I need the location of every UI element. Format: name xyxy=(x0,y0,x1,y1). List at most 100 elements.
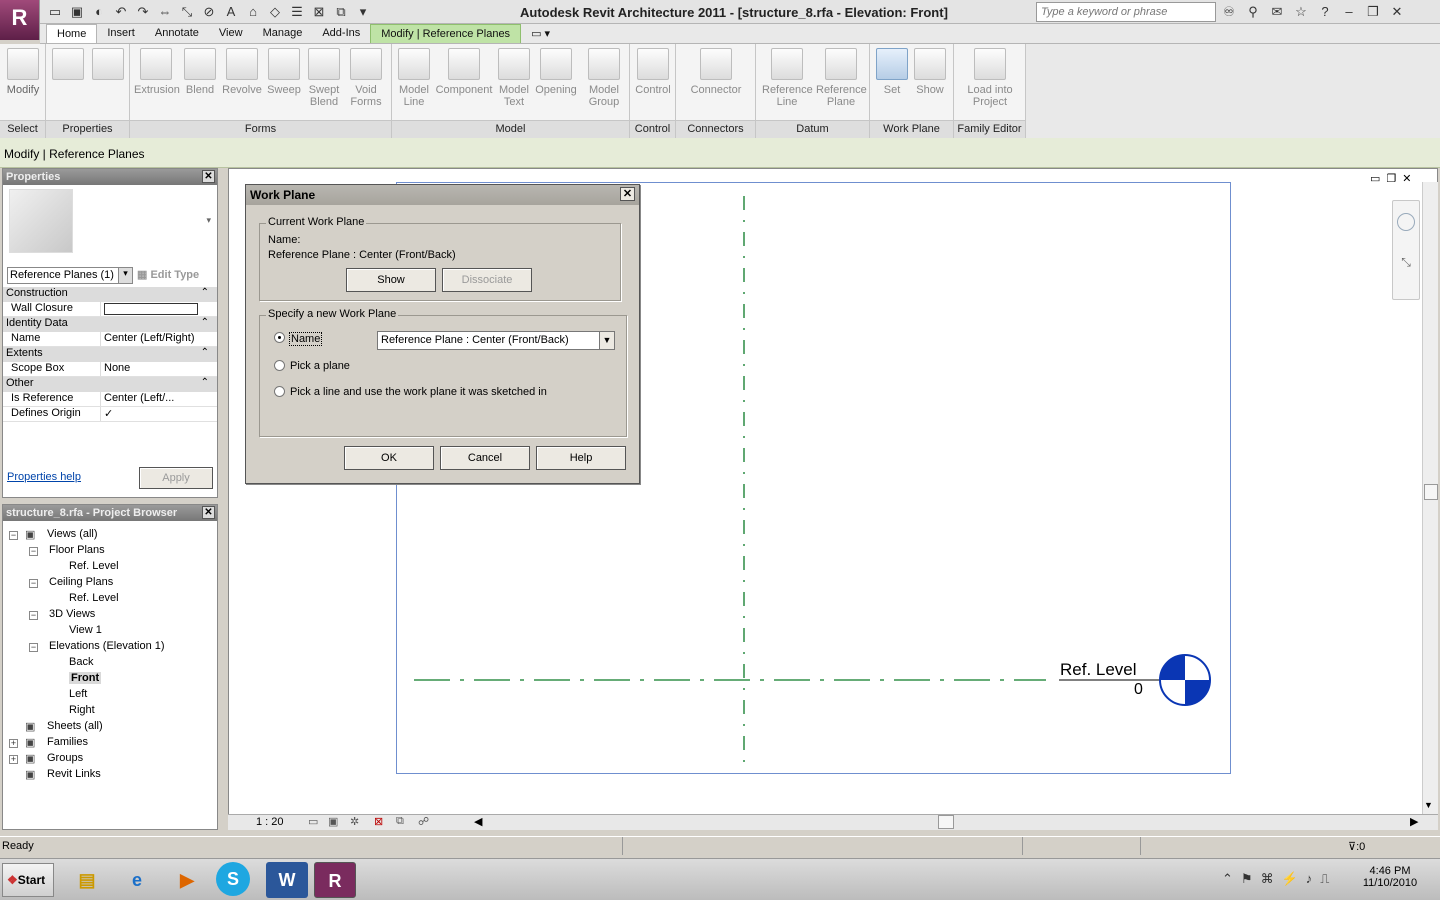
section-construction[interactable]: Construction xyxy=(3,287,217,302)
browser-item[interactable]: Families xyxy=(47,736,88,748)
customize-icon[interactable]: ▾ xyxy=(354,3,372,21)
browser-item[interactable]: Front xyxy=(69,672,102,684)
start-button[interactable]: ❖Start xyxy=(2,863,54,897)
tree-toggle-icon[interactable]: − xyxy=(29,579,38,588)
name-radio-label[interactable]: Name xyxy=(289,332,323,346)
hscroll-thumb[interactable] xyxy=(938,815,954,829)
scroll-down-icon[interactable]: ▼ xyxy=(1424,800,1433,810)
component-button[interactable]: Component xyxy=(434,48,494,96)
wall-closure-checkbox[interactable] xyxy=(101,302,217,316)
thin-lines-icon[interactable]: ☰ xyxy=(288,3,306,21)
model-line-button[interactable]: Model Line xyxy=(392,48,436,108)
revolve-button[interactable]: Revolve xyxy=(220,48,264,96)
control-button[interactable]: Control xyxy=(631,48,675,96)
volume-icon[interactable]: ♪ xyxy=(1306,871,1313,887)
modify-button[interactable]: Modify xyxy=(1,48,45,96)
show-button[interactable]: Show xyxy=(346,268,436,292)
tab-modify-reference-planes[interactable]: Modify | Reference Planes xyxy=(370,24,522,43)
family-types-button[interactable] xyxy=(48,48,88,84)
browser-item[interactable]: Ref. Level xyxy=(69,592,119,604)
search-input[interactable]: Type a keyword or phrase xyxy=(1036,2,1216,22)
minimize-icon[interactable]: ▭ xyxy=(1370,172,1380,185)
tree-toggle-icon[interactable]: − xyxy=(29,643,38,652)
chevron-down-icon[interactable]: ▾ xyxy=(206,215,211,226)
model-text-button[interactable]: Model Text xyxy=(492,48,536,108)
name-radio[interactable] xyxy=(274,332,285,343)
sun-path-icon[interactable]: ✲ xyxy=(350,815,359,828)
reference-line-button[interactable]: Reference Line xyxy=(762,48,813,108)
skype-icon[interactable]: S xyxy=(216,862,250,896)
pick-line-label[interactable]: Pick a line and use the work plane it wa… xyxy=(290,386,547,398)
browser-item[interactable]: Groups xyxy=(47,752,83,764)
switch-windows-icon[interactable]: ⧉ xyxy=(332,3,350,21)
blend-button[interactable]: Blend xyxy=(178,48,222,96)
tree-toggle-icon[interactable]: + xyxy=(9,755,18,764)
sync-icon[interactable]: ◐ xyxy=(90,3,108,21)
tab-add-ins[interactable]: Add-Ins xyxy=(312,24,370,43)
browser-item[interactable]: Ref. Level xyxy=(69,560,119,572)
scroll-right-icon[interactable]: ▶ xyxy=(1410,815,1418,828)
section-icon[interactable]: ◇ xyxy=(266,3,284,21)
communication-icon[interactable]: ✉ xyxy=(1268,3,1286,21)
scroll-thumb[interactable] xyxy=(1424,484,1438,500)
opening-button[interactable]: Opening xyxy=(534,48,578,96)
close-hidden-icon[interactable]: ⊠ xyxy=(310,3,328,21)
level-name[interactable]: Ref. Level xyxy=(1060,660,1137,680)
section-other[interactable]: Other xyxy=(3,377,217,392)
browser-item[interactable]: 3D Views xyxy=(49,608,95,620)
family-category-button[interactable] xyxy=(88,48,128,84)
model-group-button[interactable]: Model Group xyxy=(582,48,626,108)
scroll-left-icon[interactable]: ◀ xyxy=(474,815,482,828)
browser-item[interactable]: Revit Links xyxy=(47,768,101,780)
text-icon[interactable]: A xyxy=(222,3,240,21)
browser-item[interactable]: Views (all) xyxy=(47,528,98,540)
apply-button[interactable]: Apply xyxy=(139,467,213,489)
close-icon[interactable]: ✕ xyxy=(1402,172,1411,185)
defines-origin-checkbox[interactable]: ✓ xyxy=(101,407,217,421)
redo-icon[interactable]: ↷ xyxy=(134,3,152,21)
browser-item[interactable]: Floor Plans xyxy=(49,544,105,556)
clock[interactable]: 4:46 PM 11/10/2010 xyxy=(1360,865,1420,889)
view-scale[interactable]: 1 : 20 xyxy=(256,816,284,828)
tree-toggle-icon[interactable]: − xyxy=(9,531,18,540)
favorites-icon[interactable]: ☆ xyxy=(1292,3,1310,21)
crop-view-icon[interactable]: ⧉ xyxy=(396,815,404,828)
tree-toggle-icon[interactable]: − xyxy=(29,547,38,556)
browser-item[interactable]: Right xyxy=(69,704,95,716)
section-extents[interactable]: Extents xyxy=(3,347,217,362)
power-icon[interactable]: ⚡ xyxy=(1282,871,1298,887)
vertical-scrollbar[interactable]: ▼ xyxy=(1422,182,1438,814)
extrusion-button[interactable]: Extrusion xyxy=(134,48,180,96)
tree-toggle-icon[interactable]: − xyxy=(29,611,38,620)
tab-home[interactable]: Home xyxy=(46,24,98,43)
visual-style-icon[interactable]: ▣ xyxy=(328,815,338,828)
browser-item[interactable]: Ceiling Plans xyxy=(49,576,113,588)
revit-taskbar-icon[interactable]: R xyxy=(314,862,356,898)
tab-annotate[interactable]: Annotate xyxy=(145,24,209,43)
restore-icon[interactable]: ❐ xyxy=(1386,172,1396,185)
close-icon[interactable]: ✕ xyxy=(202,506,215,519)
tab-view[interactable]: View xyxy=(209,24,253,43)
help-button[interactable]: Help xyxy=(536,446,626,470)
edit-type-button[interactable]: ▦ Edit Type xyxy=(137,268,199,281)
network-icon[interactable]: ⌘ xyxy=(1261,871,1274,887)
set-work-plane-button[interactable]: Set xyxy=(872,48,912,96)
measure-icon[interactable]: ⇔ xyxy=(156,3,174,21)
cancel-button[interactable]: Cancel xyxy=(440,446,530,470)
shadows-icon[interactable]: ⊠ xyxy=(374,815,383,828)
minimize-icon[interactable]: – xyxy=(1340,3,1358,21)
load-into-project-button[interactable]: Load into Project xyxy=(960,48,1020,108)
property-value[interactable]: None xyxy=(101,362,217,376)
ribbon-options-icon[interactable]: ▭ ▾ xyxy=(521,24,560,43)
void-forms-button[interactable]: Void Forms xyxy=(344,48,388,108)
browser-item[interactable]: Left xyxy=(69,688,87,700)
pick-plane-radio[interactable] xyxy=(274,360,285,371)
3d-view-icon[interactable]: ⌂ xyxy=(244,3,262,21)
internet-explorer-icon[interactable]: e xyxy=(116,862,158,898)
ok-button[interactable]: OK xyxy=(344,446,434,470)
tag-icon[interactable]: ⊘ xyxy=(200,3,218,21)
pick-line-radio[interactable] xyxy=(274,386,285,397)
swept-blend-button[interactable]: Swept Blend xyxy=(302,48,346,108)
property-value[interactable]: Center (Left/... xyxy=(101,392,217,406)
steering-wheel-icon[interactable] xyxy=(1397,213,1415,231)
